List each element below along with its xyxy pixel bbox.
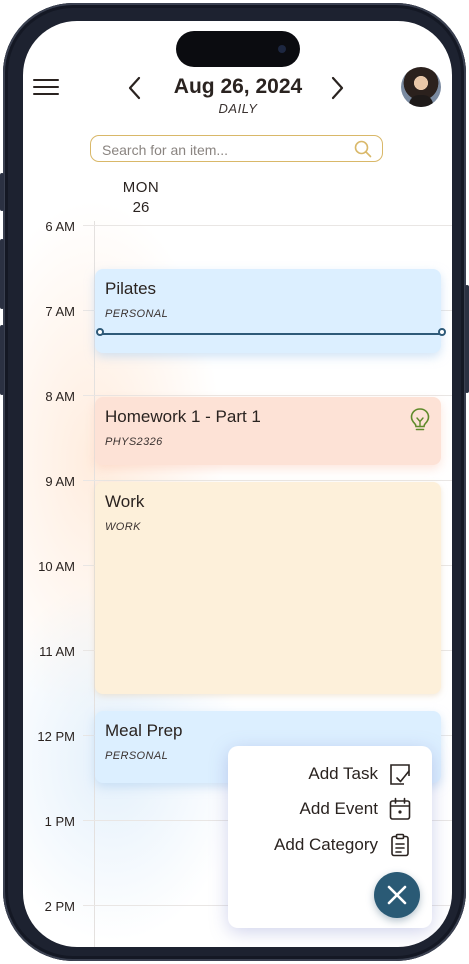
add-task-button[interactable]: Add Task [308,761,412,787]
event-card-pilates[interactable]: Pilates PERSONAL [95,269,441,353]
avatar[interactable] [401,67,441,107]
current-time-indicator [100,333,441,335]
hamburger-menu-icon[interactable] [33,79,59,97]
chevron-right-icon[interactable] [325,75,349,101]
event-card-work[interactable]: Work WORK [95,482,441,694]
search-input[interactable] [100,139,344,160]
add-task-label: Add Task [308,764,378,783]
current-time-dot [96,328,104,336]
event-title: Pilates [105,279,157,298]
event-category: PHYS2326 [105,436,163,448]
add-category-label: Add Category [274,835,378,854]
hour-label: 9 AM [45,474,75,489]
event-title: Work [105,492,145,511]
hour-label: 7 AM [45,304,75,319]
add-category-button[interactable]: Add Category [274,832,412,858]
hour-label: 1 PM [44,814,75,829]
grid-hour-line [83,480,452,481]
chevron-left-icon[interactable] [123,75,147,101]
lightbulb-icon[interactable] [409,407,431,433]
event-category: PERSONAL [105,308,169,320]
grid-hour-line [83,225,452,226]
date-title[interactable]: Aug 26, 2024 [153,75,323,99]
add-event-label: Add Event [299,799,378,818]
clipboard-icon [391,833,409,857]
phone-side-button [0,173,4,211]
phone-power-button [465,285,469,393]
hour-label: 6 AM [45,219,75,234]
event-card-homework[interactable]: Homework 1 - Part 1 PHYS2326 [95,397,441,465]
grid-hour-line [83,395,452,396]
search-bar[interactable] [90,135,383,162]
hour-label: 11 AM [39,644,75,659]
day-number: 26 [132,199,150,216]
hour-label: 12 PM [37,729,75,744]
add-event-button[interactable]: Add Event [300,796,412,822]
view-mode-label: DAILY [218,101,258,116]
camera-icon [278,45,286,53]
phone-volume-up [0,239,4,309]
calendar-icon [389,797,411,820]
close-icon[interactable] [374,872,420,918]
hour-label: 10 AM [38,559,75,574]
close-menu-button[interactable] [374,872,420,918]
task-check-icon [390,764,410,785]
hour-label: 2 PM [44,899,75,914]
search-icon[interactable] [354,140,372,158]
event-category: WORK [105,521,141,533]
phone-volume-down [0,325,4,395]
app-screen: Aug 26, 2024 DAILY MON 26 6 AM 7 AM [23,21,452,947]
dynamic-island [176,31,300,67]
phone-frame: Aug 26, 2024 DAILY MON 26 6 AM 7 AM [0,3,469,961]
current-time-dot [438,328,446,336]
event-title: Meal Prep [105,721,183,740]
day-name: MON [122,179,160,196]
hour-label: 8 AM [45,389,75,404]
event-title: Homework 1 - Part 1 [105,407,261,426]
